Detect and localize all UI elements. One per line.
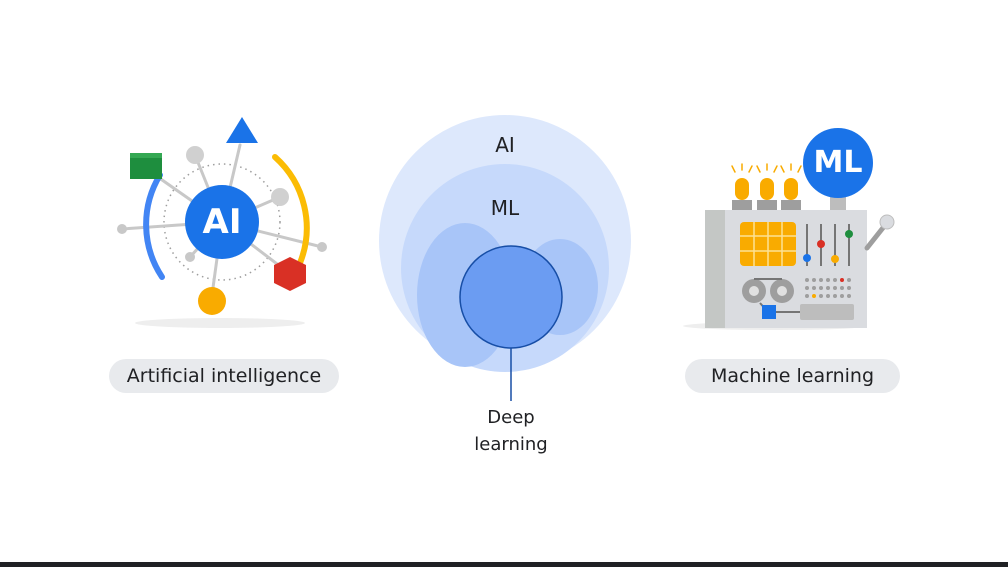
slider-knob-green [845,230,853,238]
deep-learning-label-line2: learning [474,434,548,455]
ml-caption: Machine learning [685,359,900,393]
blue-box [762,305,776,319]
blue-triangle [226,117,258,143]
deep-learning-circle [459,245,563,349]
diagram-canvas: AI Artificial intelligence AI ML Deep le… [0,0,1008,567]
node-gray [271,188,289,206]
node-gray [185,252,195,262]
gray-pad [800,304,854,320]
slider-knob-blue [803,254,811,262]
slider-knob-red [817,240,825,248]
middle-ml-label: ML [490,196,520,220]
deep-learning-label-line1: Deep [487,407,535,428]
ai-arc-yellow [272,154,310,266]
ml-badge-text: ML [813,145,863,180]
ai-caption: Artificial intelligence [109,359,339,393]
bottom-border [0,562,1008,567]
bulbs [731,163,802,210]
node-gray [317,242,327,252]
slider-knob-yellow [831,255,839,263]
yellow-dot [198,287,226,315]
outer-ai-label: AI [495,133,515,157]
node-gray [117,224,127,234]
ai-shadow [135,318,305,328]
ai-badge-text: AI [202,202,242,242]
node-gray [186,146,204,164]
